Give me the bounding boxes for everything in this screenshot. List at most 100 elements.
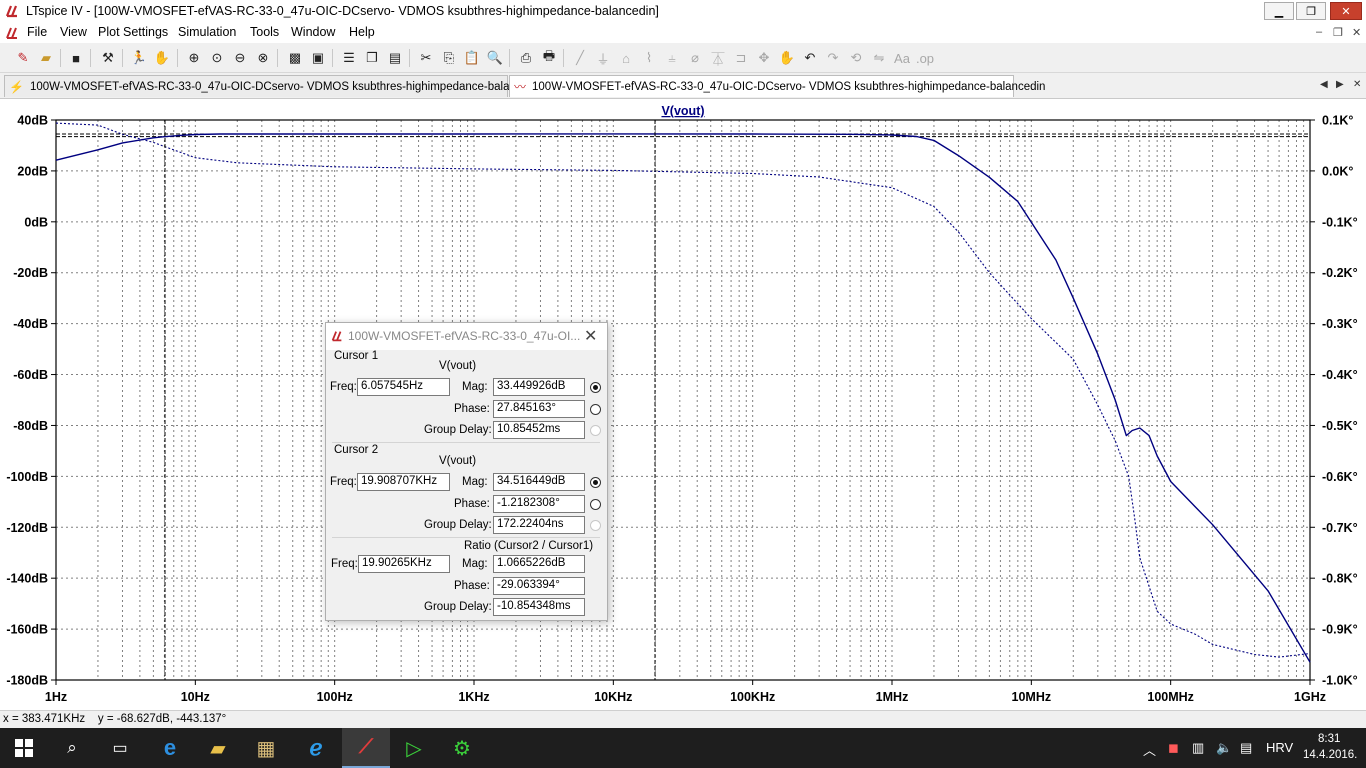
cursor2-mag-field[interactable]: 34.516449dB [493, 473, 585, 491]
tray-volume-icon[interactable]: 🔈 [1216, 740, 1232, 756]
cut-icon[interactable]: ✂ [417, 49, 435, 67]
tab-close-button[interactable]: ✕ [1353, 79, 1361, 90]
close-button[interactable]: ✕ [1330, 2, 1362, 20]
cursor2-gd-radio[interactable] [590, 520, 601, 531]
zoom-in-icon[interactable]: ⊕ [185, 49, 203, 67]
edge-icon[interactable]: e [146, 728, 194, 768]
cursor1-phase-field[interactable]: 27.845163° [493, 400, 585, 418]
cursor1-mag-radio[interactable] [590, 382, 601, 393]
label-net-icon[interactable]: ⌂ [617, 49, 635, 67]
cursor2-gd-field[interactable]: 172.22404ns [493, 516, 585, 534]
ground-icon[interactable]: ⏚ [594, 49, 612, 67]
cursor1-mag-label: Mag: [462, 381, 488, 393]
tray-network-icon[interactable]: ▥ [1192, 740, 1204, 756]
zoom-extents-icon[interactable]: ▣ [309, 49, 327, 67]
resistor-icon[interactable]: ⌇ [640, 49, 658, 67]
mdi-minimize-button[interactable]: – [1316, 26, 1322, 38]
tray-time[interactable]: 8:31 [1318, 733, 1340, 745]
halt-icon[interactable]: ✋ [153, 49, 171, 67]
autorange-icon[interactable]: ▩ [286, 49, 304, 67]
task-view-icon[interactable]: ▭ [96, 728, 144, 768]
wire-icon[interactable]: ╱ [571, 49, 589, 67]
component-icon[interactable]: ⊐ [732, 49, 750, 67]
tab-scroll-right-button[interactable]: ▶ [1336, 79, 1344, 90]
run-icon[interactable]: 🏃 [130, 49, 148, 67]
open-icon[interactable]: ▰ [37, 49, 55, 67]
control-panel-icon[interactable]: ⚒ [99, 49, 117, 67]
ratio-phase-field[interactable]: -29.063394° [493, 577, 585, 595]
simulation-run-icon[interactable]: ▷ [390, 728, 438, 768]
maximize-button[interactable]: ❐ [1296, 2, 1326, 20]
cursor2-phase-field[interactable]: -1.2182308° [493, 495, 585, 513]
minimize-button[interactable]: ▁ [1264, 2, 1294, 20]
cursor2-freq-field[interactable]: 19.908707KHz [357, 473, 450, 491]
save-icon[interactable]: ■ [67, 49, 85, 67]
pan-icon[interactable]: ⊙ [208, 49, 226, 67]
ratio-freq-field[interactable]: 19.90265KHz [358, 555, 450, 573]
rotate-icon[interactable]: ⟲ [847, 49, 865, 67]
windows-start-icon[interactable] [0, 728, 48, 768]
text-icon[interactable]: Aa [893, 49, 911, 67]
tab-waveform[interactable]: 〰 100W-VMOSFET-efVAS-RC-33-0_47u-OIC-DCs… [509, 75, 1045, 97]
paste-icon[interactable]: 📋 [463, 49, 481, 67]
cursor1-freq-field[interactable]: 6.057545Hz [357, 378, 450, 396]
document-logo-icon[interactable] [4, 25, 20, 41]
ltspice-icon[interactable]: ⟋ [342, 728, 390, 768]
menu-tools[interactable]: Tools [250, 25, 279, 39]
find-icon[interactable]: 🔍 [486, 49, 504, 67]
tile-horizontal-icon[interactable]: ☰ [340, 49, 358, 67]
cursor2-mag-radio[interactable] [590, 477, 601, 488]
cursor1-mag-field[interactable]: 33.449926dB [493, 378, 585, 396]
tray-app-icon[interactable]: ◼ [1168, 740, 1179, 756]
plot-pane[interactable]: 1Hz 10Hz 100Hz 1KHz 10KHz 100KHz 1MHz 10MHz 100M… [0, 99, 1366, 710]
cascade-icon[interactable]: ❐ [363, 49, 381, 67]
ratio-mag-field[interactable]: 1.0665226dB [493, 555, 585, 573]
mdi-close-button[interactable]: ✕ [1352, 26, 1361, 39]
mdi-restore-button[interactable]: ❐ [1333, 26, 1343, 39]
ratio-gd-field[interactable]: -10.854348ms [493, 598, 585, 616]
redo-icon[interactable]: ↷ [824, 49, 842, 67]
menu-view[interactable]: View [60, 25, 87, 39]
menu-help[interactable]: Help [349, 25, 375, 39]
menu-plot-settings[interactable]: Plot Settings [98, 25, 168, 39]
spice-directive-icon[interactable]: .op [916, 49, 934, 67]
y-left-tick-label: -160dB [6, 623, 48, 637]
ratio-heading: Ratio (Cursor2 / Cursor1) [464, 540, 594, 552]
tab-scroll-left-button[interactable]: ◀ [1320, 79, 1328, 90]
menu-window[interactable]: Window [291, 25, 335, 39]
tab-schematic[interactable]: ⚡ 100W-VMOSFET-efVAS-RC-33-0_47u-OIC-DCs… [4, 75, 543, 97]
inductor-icon[interactable]: ⌀ [686, 49, 704, 67]
zoom-out-icon[interactable]: ⊖ [231, 49, 249, 67]
dialog-title-bar[interactable]: 100W-VMOSFET-efVAS-RC-33-0_47u-OI... ✕ [326, 323, 607, 350]
new-schematic-icon[interactable]: ✎ [14, 49, 32, 67]
trace-label[interactable]: V(vout) [661, 104, 704, 118]
internet-explorer-icon[interactable]: ℯ [292, 728, 340, 768]
bode-plot[interactable]: 1Hz 10Hz 100Hz 1KHz 10KHz 100KHz 1MHz 10MHz 100M… [0, 99, 1366, 710]
drag-icon[interactable]: ✋ [778, 49, 796, 67]
dialog-close-button[interactable]: ✕ [584, 326, 597, 346]
menu-simulation[interactable]: Simulation [178, 25, 236, 39]
diode-icon[interactable]: ⏄ [709, 49, 727, 67]
tray-language[interactable]: HRV [1266, 740, 1293, 755]
search-icon[interactable]: ⌕ [48, 728, 96, 768]
tray-chevron-icon[interactable]: ︿ [1143, 740, 1156, 759]
print-preview-icon[interactable]: ⎙ [517, 49, 535, 67]
copy-icon[interactable]: ⎘ [440, 49, 458, 67]
folder-icon[interactable]: ▦ [242, 728, 290, 768]
capacitor-icon[interactable]: ⫨ [663, 49, 681, 67]
tile-vertical-icon[interactable]: ▤ [386, 49, 404, 67]
tray-notification-icon[interactable]: ▤ [1240, 740, 1252, 756]
tray-date[interactable]: 14.4.2016. [1303, 749, 1357, 761]
undo-icon[interactable]: ↶ [801, 49, 819, 67]
cursor1-gd-radio[interactable] [590, 425, 601, 436]
move-icon[interactable]: ✥ [755, 49, 773, 67]
zoom-fit-icon[interactable]: ⊗ [254, 49, 272, 67]
print-icon[interactable]: 🖶 [540, 48, 558, 67]
mirror-icon[interactable]: ⇋ [870, 49, 888, 67]
cursor2-phase-radio[interactable] [590, 499, 601, 510]
cursor1-phase-radio[interactable] [590, 404, 601, 415]
file-explorer-icon[interactable]: ▰ [194, 728, 242, 768]
cursor1-gd-field[interactable]: 10.85452ms [493, 421, 585, 439]
menu-file[interactable]: File [27, 25, 47, 39]
app-icon[interactable]: ⚙ [438, 728, 486, 768]
